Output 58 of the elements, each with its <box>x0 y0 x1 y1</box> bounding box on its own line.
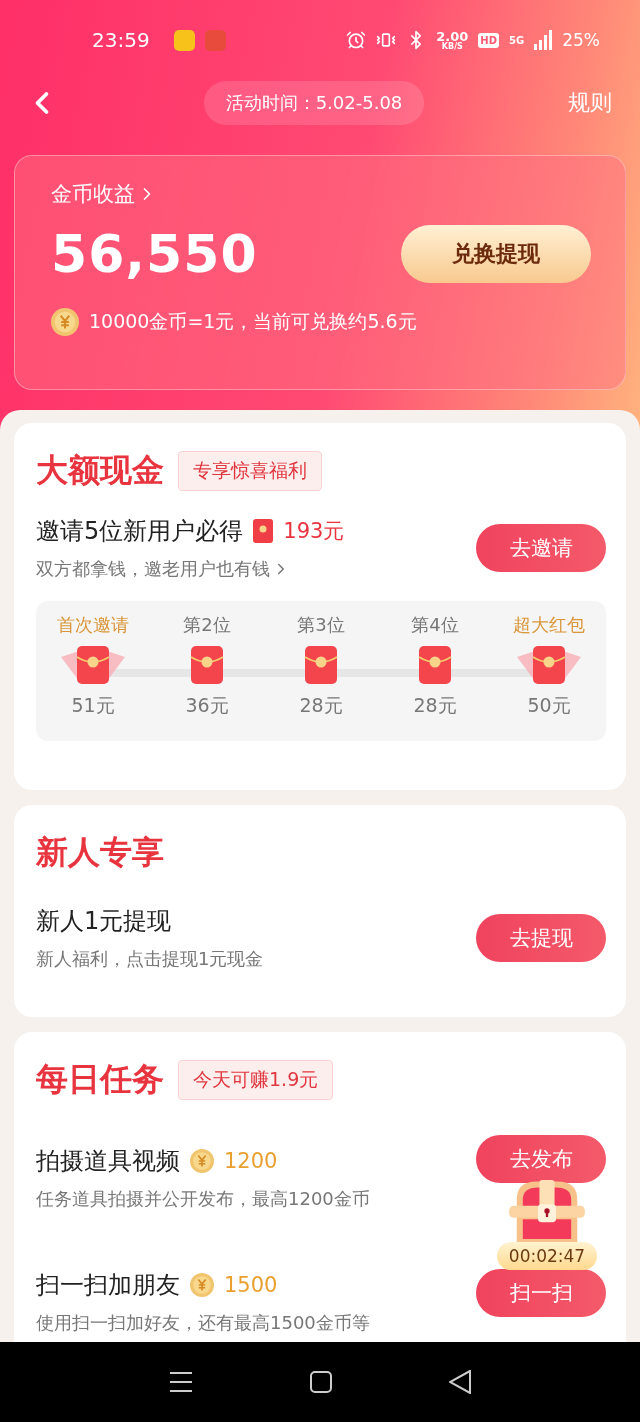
menu-icon[interactable] <box>168 1371 193 1393</box>
task-button[interactable]: 扫一扫 <box>476 1269 606 1317</box>
task-reward: 1200 <box>224 1149 278 1173</box>
earnings-label[interactable]: 金币收益 <box>51 180 135 208</box>
task-title: 邀请5位新用户必得 <box>36 516 244 547</box>
task-description: 新人福利，点击提现1元现金 <box>36 947 264 971</box>
signal-icon <box>534 30 553 50</box>
status-time: 23:59 <box>92 28 150 52</box>
speed-unit: KB/S <box>441 42 463 51</box>
milestone-amount: 51元 <box>71 693 115 718</box>
milestone-amount: 28元 <box>299 693 343 718</box>
task-description: 任务道具拍摄并公开发布，最高1200金币 <box>36 1187 370 1211</box>
task-description: 使用扫一扫加好友，还有最高1500金币等 <box>36 1311 370 1335</box>
task-reward: 193元 <box>283 518 345 545</box>
alarm-icon <box>346 30 367 50</box>
envelope-icon <box>59 645 127 685</box>
task-title: 新人1元提现 <box>36 906 173 937</box>
rules-link[interactable]: 规则 <box>568 87 612 118</box>
invite-button[interactable]: 去邀请 <box>476 524 606 572</box>
section-tag: 专享惊喜福利 <box>178 451 322 491</box>
task-title: 拍摄道具视频 <box>36 1146 180 1177</box>
coin-icon <box>190 1149 214 1173</box>
task-reward: 1500 <box>224 1273 278 1297</box>
app-icon <box>173 29 195 51</box>
task-button[interactable]: 去发布 <box>476 1135 606 1183</box>
section-title: 每日任务 <box>36 1059 164 1100</box>
section-title: 新人专享 <box>36 832 164 873</box>
milestone-label: 第2位 <box>183 613 231 637</box>
coin-balance: 56,550 <box>51 224 258 284</box>
countdown-timer: 00:02:47 <box>496 1242 598 1270</box>
milestone-label: 第4位 <box>411 613 459 637</box>
exchange-button[interactable]: 兑换提现 <box>401 225 591 283</box>
network-type: 5G <box>509 34 525 46</box>
vibrate-icon <box>376 30 397 50</box>
task-title: 扫一扫加朋友 <box>36 1270 180 1301</box>
envelope-icon <box>253 519 274 543</box>
milestone-label: 第3位 <box>297 613 345 637</box>
battery-level: 25% <box>562 30 600 50</box>
withdraw-button[interactable]: 去提现 <box>476 914 606 962</box>
milestone-amount: 36元 <box>185 693 229 718</box>
coin-icon <box>190 1273 214 1297</box>
section-title: 大额现金 <box>36 450 164 491</box>
treasure-chest-icon[interactable] <box>506 1180 588 1242</box>
milestone-amount: 50元 <box>527 693 571 718</box>
coin-icon <box>51 308 79 336</box>
envelope-icon <box>515 645 583 685</box>
milestone-amount: 28元 <box>413 693 457 718</box>
app-icon <box>204 29 226 51</box>
task-description[interactable]: 双方都拿钱，邀老用户也有钱 <box>36 557 270 581</box>
activity-period: 活动时间：5.02-5.08 <box>203 80 425 125</box>
section-tag: 今天可赚1.9元 <box>178 1060 334 1100</box>
milestone-label: 超大红包 <box>513 613 585 637</box>
network-speed: 2.00 <box>436 29 469 43</box>
exchange-rate: 10000金币=1元，当前可兑换约5.6元 <box>89 309 417 334</box>
back-icon[interactable] <box>449 1370 472 1394</box>
home-icon[interactable] <box>310 1371 332 1393</box>
hd-badge: HD <box>478 32 500 48</box>
milestone-label: 首次邀请 <box>57 613 129 637</box>
